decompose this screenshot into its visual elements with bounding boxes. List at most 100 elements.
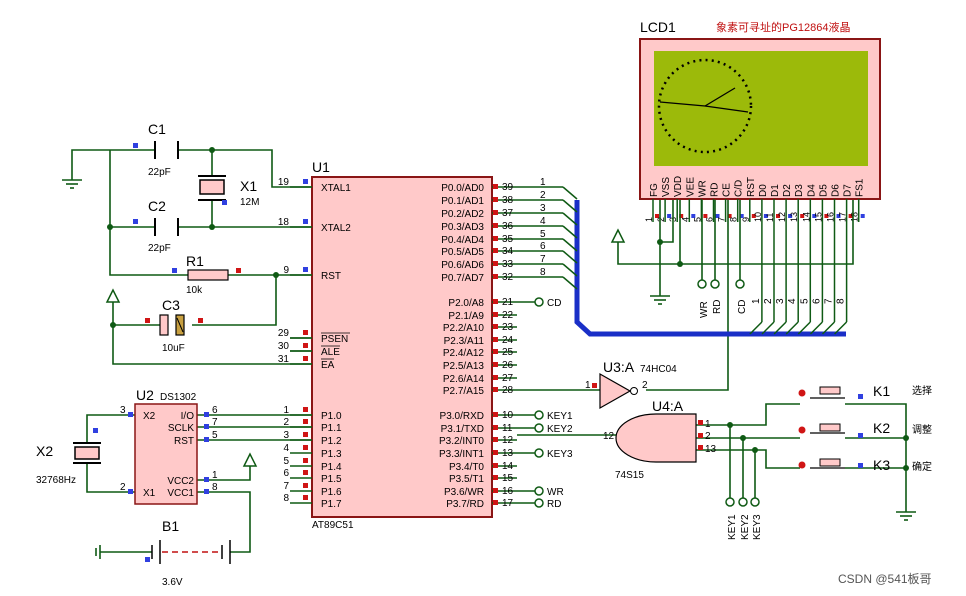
mcu-pin-p3-2-int0: P3.2/INT0 12	[439, 435, 517, 447]
svg-text:P1.5: P1.5	[321, 474, 342, 485]
svg-text:24: 24	[502, 335, 514, 346]
k1-label: 选择	[912, 384, 932, 397]
c3-value: 10uF	[162, 343, 185, 354]
net-rd: RD	[547, 499, 561, 510]
power-icon	[610, 228, 626, 243]
svg-text:P0.1/AD1: P0.1/AD1	[441, 196, 484, 207]
mcu-ref: U1	[312, 159, 330, 175]
svg-text:38: 38	[502, 195, 514, 206]
svg-text:1: 1	[212, 470, 218, 481]
svg-text:10: 10	[502, 410, 514, 421]
svg-text:X1: X1	[143, 488, 156, 499]
mcu-bus-num: 1	[540, 177, 546, 188]
mcu-bus-num: 2	[540, 190, 546, 201]
ground-icon	[650, 292, 670, 305]
power-icon	[105, 288, 121, 303]
u4-out-num: 12	[603, 431, 615, 442]
svg-text:P3.3/INT1: P3.3/INT1	[439, 449, 484, 460]
svg-text:P3.6/WR: P3.6/WR	[444, 487, 484, 498]
mcu-pin-p0-3-ad3: P0.3/AD3 36	[441, 221, 517, 233]
capacitor-c2[interactable]: C2 22pF	[133, 198, 179, 254]
svg-text:D1: D1	[770, 184, 781, 197]
svg-text:33: 33	[502, 259, 514, 270]
k1-ref: K1	[873, 383, 890, 399]
svg-text:35: 35	[502, 234, 514, 245]
lcd-bus-num: 5	[799, 298, 810, 304]
battery-b1[interactable]: B1 3.6V	[145, 518, 231, 588]
lcd-bus-num: 2	[763, 298, 774, 304]
svg-text:16: 16	[502, 486, 514, 497]
watermark: CSDN @541板哥	[838, 572, 932, 586]
svg-text:P0.0/AD0: P0.0/AD0	[441, 183, 484, 194]
lcd-bus-num: 4	[787, 298, 798, 304]
svg-text:P3.5/T1: P3.5/T1	[449, 474, 484, 485]
mcu-pin-p3-0-rxd: P3.0/RXD 10	[440, 410, 517, 422]
mcu-pin-p0-1-ad1: P0.1/AD1 38	[441, 195, 517, 207]
svg-text:5: 5	[212, 430, 218, 441]
mcu-pin-p0-7-ad7: P0.7/AD7 32	[441, 272, 517, 284]
svg-text:VEE: VEE	[685, 177, 696, 197]
svg-text:RST: RST	[174, 436, 194, 447]
svg-text:D5: D5	[818, 184, 829, 197]
net-lcd-rd: RD	[712, 300, 723, 314]
svg-text:D4: D4	[806, 184, 817, 197]
svg-text:25: 25	[502, 347, 514, 358]
crystal-x2[interactable]: X2 32768Hz	[36, 428, 101, 486]
svg-text:XTAL1: XTAL1	[321, 183, 351, 194]
rtc-u2[interactable]: U2 DS1302 X2 3 I/O 6 SCLK 7 RST 5 VCC2 1 X1 2 VCC1 8	[120, 387, 218, 505]
lcd-screen	[654, 51, 868, 166]
svg-text:D0: D0	[758, 184, 769, 197]
ground-icon	[62, 176, 82, 189]
svg-text:P1.3: P1.3	[321, 449, 342, 460]
svg-text:17: 17	[502, 498, 514, 509]
mcu-pin-p3-7-rd: P3.7/RD 17	[446, 498, 517, 510]
svg-text:7: 7	[212, 417, 218, 428]
svg-text:30: 30	[278, 341, 290, 352]
svg-text:WR: WR	[697, 180, 708, 197]
mcu-pin-p0-4-ad4: P0.4/AD4 35	[441, 234, 517, 246]
svg-text:I/O: I/O	[181, 411, 195, 422]
svg-text:FS1: FS1	[855, 178, 866, 197]
svg-text:P3.1/TXD: P3.1/TXD	[441, 424, 484, 435]
x2-ref: X2	[36, 443, 53, 459]
svg-text:XTAL2: XTAL2	[321, 223, 351, 234]
lcd-module[interactable]: LCD1 象素可寻址的PG12864液晶 FG1VSS2VDD3VEE4WR5R…	[639, 19, 881, 222]
r1-value: 10k	[186, 285, 203, 296]
svg-text:X2: X2	[143, 411, 156, 422]
svg-text:27: 27	[502, 373, 514, 384]
svg-text:10: 10	[753, 212, 763, 222]
key-k2[interactable]: K2 调整	[798, 420, 933, 438]
svg-text:P2.0/A8: P2.0/A8	[448, 298, 484, 309]
and-gate-u4[interactable]: U4:A 12 1 2 13 74S15	[603, 398, 717, 481]
svg-text:FG: FG	[649, 183, 660, 197]
mcu-bus-num: 7	[540, 254, 546, 265]
svg-text:P3.4/T0: P3.4/T0	[449, 462, 484, 473]
svg-text:P2.1/A9: P2.1/A9	[448, 311, 484, 322]
svg-text:VSS: VSS	[661, 177, 672, 197]
svg-text:P3.0/RXD: P3.0/RXD	[440, 411, 484, 422]
svg-text:P3.2/INT0: P3.2/INT0	[439, 436, 484, 447]
data-bus: 12345678 12345678	[517, 177, 848, 337]
svg-text:8: 8	[283, 493, 289, 504]
mcu-u1[interactable]: U1 AT89C51 XTAL119XTAL218RST9PSEN29ALE30…	[278, 159, 517, 531]
net-lcd-cd: CD	[737, 300, 748, 314]
c1-ref: C1	[148, 121, 166, 137]
mcu-pin-p0-0-ad0: P0.0/AD0 39	[441, 182, 517, 194]
x1-ref: X1	[240, 178, 257, 194]
crystal-x1[interactable]: X1 12M	[198, 175, 259, 208]
key-k3[interactable]: K3 确定	[798, 457, 933, 473]
mcu-bus-num: 4	[540, 216, 546, 227]
x1-value: 12M	[240, 197, 259, 208]
svg-text:8: 8	[212, 482, 218, 493]
svg-text:P0.7/AD7: P0.7/AD7	[441, 273, 484, 284]
svg-text:2: 2	[656, 217, 666, 222]
lcd-bus-num: 6	[811, 298, 822, 304]
c2-ref: C2	[148, 198, 166, 214]
net-bottom-key1: KEY1	[727, 514, 738, 540]
svg-text:22: 22	[502, 310, 514, 321]
u4-in3-num: 13	[705, 444, 717, 455]
key-k1[interactable]: K1 选择	[798, 383, 933, 399]
lcd-bus-num: 1	[751, 298, 762, 304]
r1-ref: R1	[186, 253, 204, 269]
svg-text:P2.4/A12: P2.4/A12	[443, 348, 485, 359]
